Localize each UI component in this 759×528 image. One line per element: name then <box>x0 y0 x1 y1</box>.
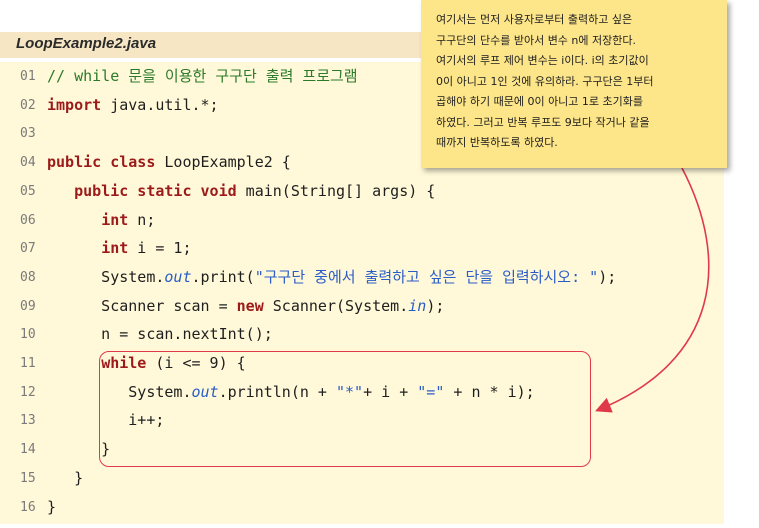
note-line: 0이 아니고 1인 것에 유의하라. 구구단은 1부터 <box>436 74 654 88</box>
note-line: 여기서는 먼저 사용자로부터 출력하고 싶은 <box>436 13 633 26</box>
note-line: 때까지 반복하도록 하였다. <box>436 136 558 149</box>
note-line: 하였다. 그러고 반복 루프도 9보다 작거나 같을 <box>436 115 650 129</box>
explanation-note: 여기서는 먼저 사용자로부터 출력하고 싶은구구단의 단수를 받아서 변수 n에… <box>421 0 727 168</box>
note-line: 구구단의 단수를 받아서 변수 n에 저장한다. <box>436 33 636 47</box>
note-line: 여기서의 루프 제어 변수는 i이다. i의 초기값이 <box>436 54 649 67</box>
note-line: 곱해야 하기 때문에 0이 아니고 1로 초기화를 <box>436 95 644 108</box>
